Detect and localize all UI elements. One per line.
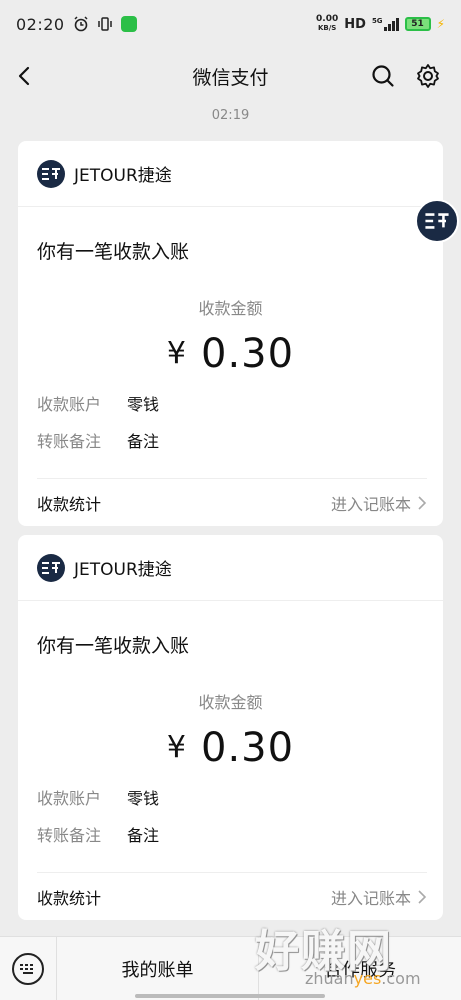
remark-row: 转账备注 备注 xyxy=(37,822,159,846)
ledger-link[interactable]: 进入记账本 xyxy=(331,491,427,515)
vibrate-icon xyxy=(97,16,113,32)
keyboard-icon[interactable] xyxy=(12,953,44,985)
currency-symbol: ¥ xyxy=(166,730,188,765)
merchant-name: JETOUR捷途 xyxy=(74,166,172,186)
merchant-name: JETOUR捷途 xyxy=(74,560,172,580)
account-row: 收款账户 零钱 xyxy=(37,785,159,809)
remark-value: 备注 xyxy=(127,826,160,845)
card-header: JETOUR捷途 xyxy=(18,535,443,601)
merchant-logo-icon xyxy=(37,159,65,188)
account-label: 收款账户 xyxy=(37,395,102,414)
battery-level: 51 xyxy=(411,19,424,29)
ledger-link[interactable]: 进入记账本 xyxy=(331,885,427,909)
ledger-link-label: 进入记账本 xyxy=(330,888,411,908)
payment-notification-card[interactable]: JETOUR捷途 你有一笔收款入账 收款金额 ¥0.30 收款账户 零钱 转账备… xyxy=(18,535,443,920)
chevron-right-icon xyxy=(417,495,427,511)
amount-number: 0.30 xyxy=(201,725,295,771)
my-bills-tab[interactable]: 我的账单 xyxy=(57,937,258,1000)
chevron-right-icon xyxy=(417,889,427,905)
stats-label: 收款统计 xyxy=(37,888,102,908)
account-value: 零钱 xyxy=(127,789,160,808)
wechat-notification-icon xyxy=(120,16,137,32)
charging-icon: ⚡ xyxy=(436,17,445,31)
battery-icon: 51 xyxy=(404,17,431,31)
cooperation-services-tab[interactable]: 合作服务 xyxy=(259,937,461,1000)
search-icon[interactable] xyxy=(369,62,397,90)
card-footer[interactable]: 收款统计 进入记账本 xyxy=(37,872,427,920)
card-message: 你有一笔收款入账 xyxy=(37,241,190,263)
remark-label: 转账备注 xyxy=(37,826,102,845)
net-speed-value: 0.00 xyxy=(316,14,339,24)
remark-label: 转账备注 xyxy=(37,432,102,451)
message-timestamp: 02:19 xyxy=(211,108,250,123)
amount-label: 收款金额 xyxy=(198,299,263,318)
nav-bar: 微信支付 xyxy=(0,50,461,102)
currency-symbol: ¥ xyxy=(166,336,188,371)
remark-row: 转账备注 备注 xyxy=(37,428,159,452)
remark-value: 备注 xyxy=(127,432,160,451)
stats-label: 收款统计 xyxy=(37,494,102,514)
merchant-avatar-icon[interactable] xyxy=(415,199,459,243)
net-speed: 0.00 KB/S xyxy=(316,15,338,33)
amount-label: 收款金额 xyxy=(198,693,263,712)
back-icon[interactable] xyxy=(12,62,40,90)
amount-value: ¥0.30 xyxy=(18,725,443,771)
hd-indicator: HD xyxy=(344,16,366,32)
payment-notification-card[interactable]: JETOUR捷途 你有一笔收款入账 收款金额 ¥0.30 收款账户 零钱 转账备… xyxy=(18,141,443,526)
merchant-logo-icon xyxy=(37,553,65,582)
ledger-link-label: 进入记账本 xyxy=(330,494,411,514)
status-bar: 02:20 0.00 KB/S HD 5G 51 ⚡ xyxy=(0,0,461,48)
signal-icon: 5G xyxy=(372,17,399,31)
page-title: 微信支付 xyxy=(192,66,269,89)
net-speed-unit: KB/S xyxy=(317,24,337,32)
account-row: 收款账户 零钱 xyxy=(37,391,159,415)
amount-value: ¥0.30 xyxy=(18,331,443,377)
card-footer[interactable]: 收款统计 进入记账本 xyxy=(37,478,427,526)
card-message: 你有一笔收款入账 xyxy=(37,635,190,657)
home-indicator[interactable] xyxy=(135,994,325,998)
account-value: 零钱 xyxy=(127,395,160,414)
alarm-icon xyxy=(73,16,89,32)
bottom-menu-bar: 我的账单 合作服务 xyxy=(0,936,461,1000)
account-label: 收款账户 xyxy=(37,789,102,808)
card-header: JETOUR捷途 xyxy=(18,141,443,207)
amount-number: 0.30 xyxy=(201,331,295,377)
status-time: 02:20 xyxy=(16,14,65,34)
settings-gear-icon[interactable] xyxy=(414,62,442,90)
network-type: 5G xyxy=(371,17,383,25)
